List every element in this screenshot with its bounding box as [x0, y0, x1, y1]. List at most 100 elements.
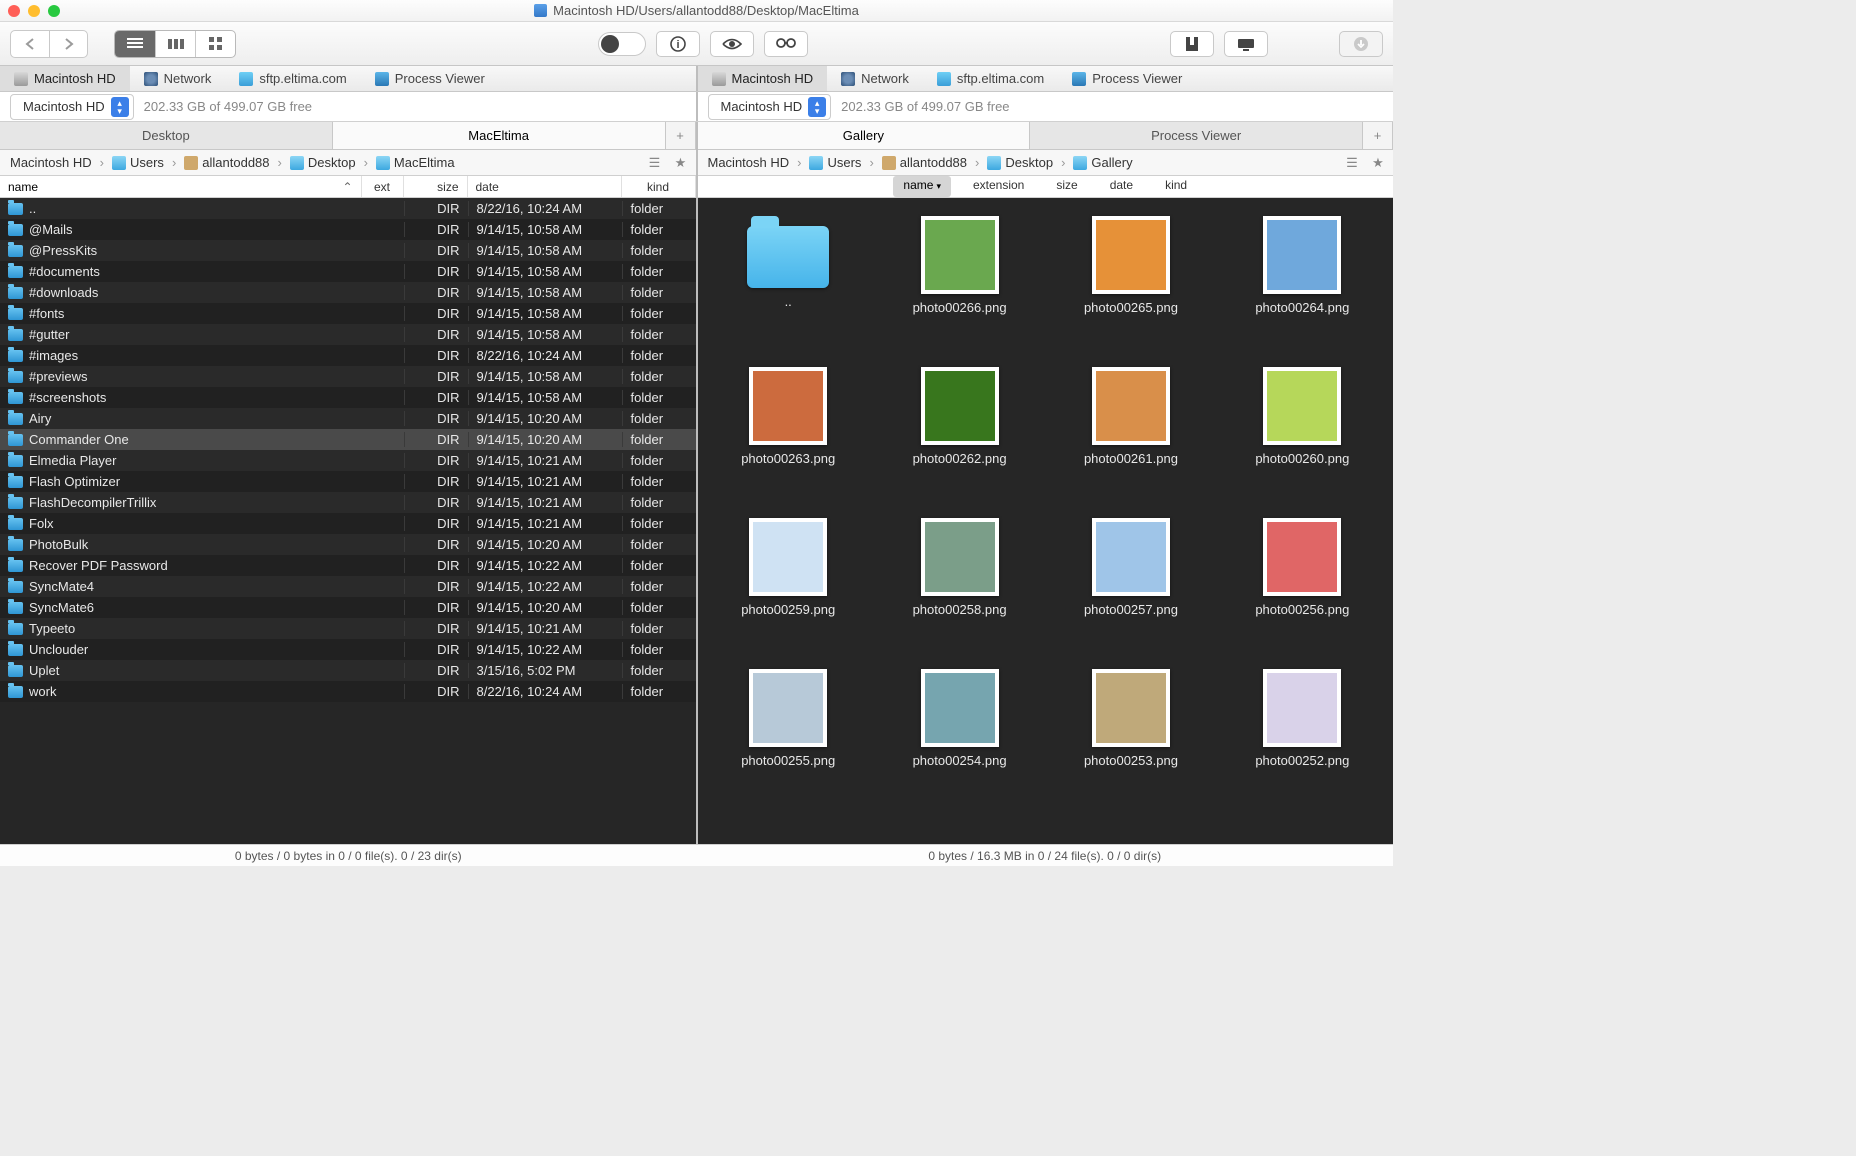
grid-item[interactable]: ..: [708, 216, 869, 361]
shortcut-macintosh-hd[interactable]: Macintosh HD: [0, 66, 130, 91]
pane-tab[interactable]: Desktop: [0, 122, 333, 149]
shortcut-sftp-eltima-com[interactable]: sftp.eltima.com: [225, 66, 360, 91]
connection-button[interactable]: [1224, 31, 1268, 57]
grid-item[interactable]: photo00252.png: [1222, 669, 1383, 814]
file-row[interactable]: Recover PDF PasswordDIR9/14/15, 10:22 AM…: [0, 555, 696, 576]
col-kind[interactable]: kind: [622, 176, 696, 197]
sort-extension[interactable]: extension: [963, 176, 1034, 197]
grid-item[interactable]: photo00263.png: [708, 367, 869, 512]
breadcrumb-segment[interactable]: Macintosh HD: [704, 155, 790, 170]
file-row[interactable]: FlashDecompilerTrillixDIR9/14/15, 10:21 …: [0, 492, 696, 513]
breadcrumb-segment[interactable]: Gallery: [1073, 155, 1132, 170]
file-row[interactable]: UpletDIR3/15/16, 5:02 PMfolder: [0, 660, 696, 681]
file-row[interactable]: Commander OneDIR9/14/15, 10:20 AMfolder: [0, 429, 696, 450]
grid-item[interactable]: photo00261.png: [1050, 367, 1211, 512]
shortcut-sftp-eltima-com[interactable]: sftp.eltima.com: [923, 66, 1058, 91]
file-row[interactable]: SyncMate6DIR9/14/15, 10:20 AMfolder: [0, 597, 696, 618]
file-row[interactable]: Elmedia PlayerDIR9/14/15, 10:21 AMfolder: [0, 450, 696, 471]
nav-forward[interactable]: [49, 31, 87, 57]
drive-selector-left[interactable]: Macintosh HD: [10, 94, 134, 120]
file-row[interactable]: SyncMate4DIR9/14/15, 10:22 AMfolder: [0, 576, 696, 597]
col-name[interactable]: name⌃: [0, 176, 362, 197]
folder-icon: [8, 392, 23, 404]
grid-item[interactable]: photo00258.png: [879, 518, 1040, 663]
archive-button[interactable]: [1170, 31, 1214, 57]
grid-item[interactable]: photo00259.png: [708, 518, 869, 663]
pane-tab[interactable]: Process Viewer: [1030, 122, 1363, 149]
view-grid-icon[interactable]: [195, 31, 235, 57]
view-columns-icon[interactable]: [155, 31, 195, 57]
grid-item[interactable]: photo00257.png: [1050, 518, 1211, 663]
file-row[interactable]: #documentsDIR9/14/15, 10:58 AMfolder: [0, 261, 696, 282]
shortcut-process-viewer[interactable]: Process Viewer: [1058, 66, 1196, 91]
nav-back[interactable]: [11, 31, 49, 57]
shortcut-macintosh-hd[interactable]: Macintosh HD: [698, 66, 828, 91]
grid-item[interactable]: photo00262.png: [879, 367, 1040, 512]
favorite-icon[interactable]: ★: [672, 155, 690, 171]
file-row[interactable]: workDIR8/22/16, 10:24 AMfolder: [0, 681, 696, 702]
shortcut-label: Macintosh HD: [34, 71, 116, 86]
grid-item[interactable]: photo00253.png: [1050, 669, 1211, 814]
queue-button[interactable]: [1339, 31, 1383, 57]
file-row[interactable]: AiryDIR9/14/15, 10:20 AMfolder: [0, 408, 696, 429]
shortcut-process-viewer[interactable]: Process Viewer: [361, 66, 499, 91]
breadcrumb-segment[interactable]: allantodd88: [184, 155, 269, 170]
col-ext[interactable]: ext: [362, 176, 404, 197]
history-icon[interactable]: ☰: [646, 155, 664, 171]
file-row[interactable]: Flash OptimizerDIR9/14/15, 10:21 AMfolde…: [0, 471, 696, 492]
info-button[interactable]: i: [656, 31, 700, 57]
sort-name[interactable]: name▾: [893, 176, 951, 197]
favorite-icon[interactable]: ★: [1369, 155, 1387, 171]
breadcrumb-segment[interactable]: MacEltima: [376, 155, 455, 170]
file-row[interactable]: FolxDIR9/14/15, 10:21 AMfolder: [0, 513, 696, 534]
breadcrumb-left[interactable]: Macintosh HD›Users›allantodd88›Desktop›M…: [6, 155, 638, 170]
file-kind: folder: [622, 432, 696, 447]
shortcut-network[interactable]: Network: [827, 66, 923, 91]
breadcrumb-segment[interactable]: Desktop: [290, 155, 356, 170]
grid-item[interactable]: photo00256.png: [1222, 518, 1383, 663]
file-row[interactable]: @MailsDIR9/14/15, 10:58 AMfolder: [0, 219, 696, 240]
drive-name: Macintosh HD: [23, 99, 105, 114]
file-row[interactable]: #imagesDIR8/22/16, 10:24 AMfolder: [0, 345, 696, 366]
grid-item[interactable]: photo00266.png: [879, 216, 1040, 361]
file-row[interactable]: #fontsDIR9/14/15, 10:58 AMfolder: [0, 303, 696, 324]
file-row[interactable]: #previewsDIR9/14/15, 10:58 AMfolder: [0, 366, 696, 387]
breadcrumb-segment[interactable]: Users: [809, 155, 861, 170]
history-icon[interactable]: ☰: [1343, 155, 1361, 171]
breadcrumb-segment[interactable]: Macintosh HD: [6, 155, 92, 170]
hidden-files-toggle[interactable]: [598, 32, 646, 56]
file-row[interactable]: UnclouderDIR9/14/15, 10:22 AMfolder: [0, 639, 696, 660]
drive-selector-right[interactable]: Macintosh HD: [708, 94, 832, 120]
file-row[interactable]: ..DIR8/22/16, 10:24 AMfolder: [0, 198, 696, 219]
file-row[interactable]: @PressKitsDIR9/14/15, 10:58 AMfolder: [0, 240, 696, 261]
file-row[interactable]: PhotoBulkDIR9/14/15, 10:20 AMfolder: [0, 534, 696, 555]
quicklook-button[interactable]: [710, 31, 754, 57]
file-kind: folder: [622, 684, 696, 699]
grid-item[interactable]: photo00265.png: [1050, 216, 1211, 361]
pane-tab[interactable]: MacEltima: [333, 122, 666, 149]
file-row[interactable]: TypeetoDIR9/14/15, 10:21 AMfolder: [0, 618, 696, 639]
grid-item[interactable]: photo00254.png: [879, 669, 1040, 814]
search-button[interactable]: [764, 31, 808, 57]
col-date[interactable]: date: [468, 176, 622, 197]
breadcrumb-segment[interactable]: Users: [112, 155, 164, 170]
col-size[interactable]: size: [404, 176, 468, 197]
pane-tab[interactable]: Gallery: [698, 122, 1031, 149]
breadcrumb-right[interactable]: Macintosh HD›Users›allantodd88›Desktop›G…: [704, 155, 1336, 170]
grid-item[interactable]: photo00260.png: [1222, 367, 1383, 512]
add-tab-button[interactable]: +: [666, 122, 696, 149]
shortcut-network[interactable]: Network: [130, 66, 226, 91]
add-tab-button[interactable]: +: [1363, 122, 1393, 149]
breadcrumb-segment[interactable]: Desktop: [987, 155, 1053, 170]
file-row[interactable]: #downloadsDIR9/14/15, 10:58 AMfolder: [0, 282, 696, 303]
sort-size[interactable]: size: [1046, 176, 1087, 197]
sort-date[interactable]: date: [1100, 176, 1143, 197]
view-list-icon[interactable]: [115, 31, 155, 57]
view-mode-segment: [114, 30, 236, 58]
breadcrumb-segment[interactable]: allantodd88: [882, 155, 967, 170]
file-row[interactable]: #screenshotsDIR9/14/15, 10:58 AMfolder: [0, 387, 696, 408]
sort-kind[interactable]: kind: [1155, 176, 1197, 197]
grid-item[interactable]: photo00255.png: [708, 669, 869, 814]
file-row[interactable]: #gutterDIR9/14/15, 10:58 AMfolder: [0, 324, 696, 345]
grid-item[interactable]: photo00264.png: [1222, 216, 1383, 361]
